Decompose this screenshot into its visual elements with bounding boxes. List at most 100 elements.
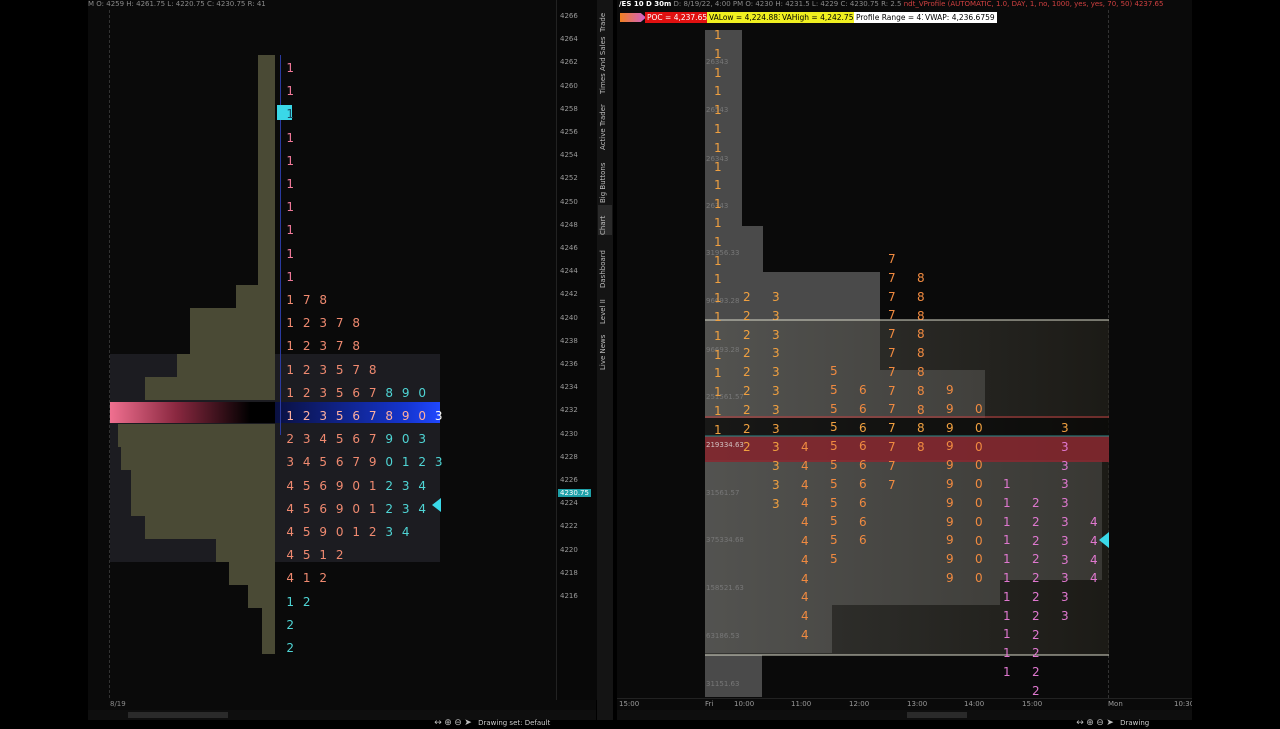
tpo-letter: 2 [302,316,311,331]
tpo-letter: 2 [385,501,394,516]
tpo-letter: 8 [917,365,925,379]
price-tick: 4242 [560,290,578,299]
tpo-letter: 5 [830,420,838,435]
tpo-letter: 1 [1003,627,1011,642]
right-scrollbar[interactable]: ↔ ⊕ ⊖ ➤ Drawing [617,710,1192,728]
drawing-set-status[interactable]: Drawing set: Default [478,719,550,727]
tpo-letter: 1 [286,107,295,122]
tpo-letter: 1 [1003,646,1011,661]
price-tick: 4252 [560,174,578,183]
time-tick: Mon [1108,700,1123,708]
tpo-row: 234567903 [282,433,431,445]
tpo-letter: 3 [772,402,780,417]
tpo-letter: 3 [772,496,780,511]
tpo-letter: 2 [743,421,751,436]
side-tab-live-news[interactable]: Live News [598,335,612,410]
tpo-letter: 6 [859,533,867,548]
tpo-letter: 1 [286,594,295,609]
right-scroll-thumb[interactable] [907,712,967,718]
tpo-letter: 6 [859,383,867,397]
price-tick: 4220 [560,545,578,554]
left-scroll-thumb[interactable] [128,712,228,718]
price-tick: 4228 [560,452,578,461]
tpo-row: 456901234 [282,503,431,515]
tpo-letter: 4 [302,455,311,470]
tpo-letter: 8 [917,289,925,304]
tpo-letter: 1 [714,216,722,230]
right-chart-panel[interactable]: /ES 10 D 30m D: 8/19/22, 4:00 PM O: 4230… [617,0,1194,728]
tpo-letter: 1 [286,130,295,145]
tpo-letter: 1 [286,362,295,377]
tpo-letter: 7 [888,421,896,436]
tpo-letter: 8 [917,402,925,417]
tpo-row: 3456790123 [282,456,447,468]
tpo-letter: 2 [286,432,295,447]
tpo-letter: 3 [1061,571,1069,586]
tpo-letter: 2 [302,339,311,354]
side-tab-chart[interactable]: Chart [598,205,612,235]
left-chart-panel[interactable]: M O: 4259 H: 4261.75 L: 4220.75 C: 4230.… [88,0,597,728]
tpo-letter: 5 [830,458,838,472]
tpo-row: 1 [282,155,299,167]
volume-label: 31956.33 [706,249,740,257]
tpo-letter: 6 [319,478,328,493]
tpo-letter: 2 [319,571,328,586]
tpo-letter: 4 [286,501,295,516]
tpo-letter: 4 [418,478,427,493]
left-scrollbar[interactable]: ↔ ⊕ ⊖ ➤ Drawing set: Default [88,710,596,728]
tpo-letter: 1 [286,177,295,191]
tpo-letter: 2 [1032,684,1040,698]
tpo-letter: 7 [368,409,377,423]
volume-label: 158521.63 [706,584,744,592]
current-price-arrow [432,498,441,512]
price-tick: 4218 [560,568,578,577]
tpo-letter: 2 [418,455,427,470]
tpo-letter: 1 [714,122,722,136]
price-tick: 4226 [560,476,578,484]
tpo-letter: 1 [368,478,377,493]
tpo-letter: 7 [888,477,896,492]
tpo-row: 12378 [282,340,365,352]
tpo-letter: 9 [946,514,954,529]
tpo-letter: 0 [418,385,427,400]
tpo-letter: 3 [418,432,427,447]
tpo-letter: 9 [335,478,344,493]
tpo-letter: 2 [286,617,295,632]
tpo-letter: 0 [975,402,983,416]
tpo-row: 178 [282,294,332,306]
tpo-letter: 9 [946,495,954,510]
right-toolbar: ↔ ⊕ ⊖ ➤ Drawing [1075,710,1149,728]
tpo-letter: 3 [401,478,410,493]
price-tick: 4264 [560,35,578,44]
tpo-letter: 3 [319,409,328,423]
tpo-letter: 7 [888,308,896,323]
tpo-row: 2 [282,642,299,654]
tpo-letter: 2 [302,409,311,423]
right-current-price-arrow [1099,532,1109,548]
tpo-row: 456901234 [282,480,431,492]
tpo-letter: 6 [859,495,867,510]
tpo-letter: 1 [401,455,410,470]
tpo-letter: 1 [319,548,328,563]
tpo-letter: 1 [714,328,722,343]
tpo-row: 1 [282,201,299,213]
price-tick: 4232 [560,406,578,415]
drawing-status[interactable]: Drawing [1120,719,1149,727]
tpo-letter: 9 [946,533,954,548]
tpo-row: 1 [282,248,299,260]
tpo-letter: 6 [352,432,361,447]
tpo-letter: 0 [975,533,983,548]
tpo-row: 1 [282,132,299,144]
tpo-letter: 9 [946,383,954,397]
price-tick: 4240 [560,313,578,322]
volume-label: 63186.53 [706,632,740,640]
time-tick: 11:00 [791,700,812,708]
tpo-letter: 1 [1003,589,1011,604]
tpo-letter: 5 [830,495,838,510]
tpo-letter: 1 [1003,514,1011,529]
tpo-letter: 5 [830,382,838,397]
left-price-axis: 4266 4264 4262 4260 4258 4256 4254 4252 4250 4248… [556,0,597,700]
tpo-letter: 4 [1090,571,1098,586]
time-tick: 15:00 [619,700,640,708]
tpo-row: 12378 [282,317,365,329]
